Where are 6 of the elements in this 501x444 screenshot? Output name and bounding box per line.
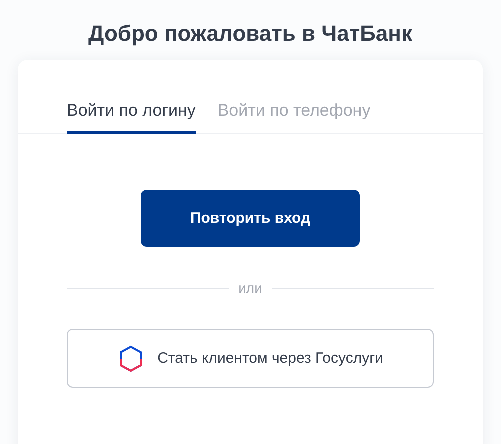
login-tab[interactable]: Войти по логину [67, 60, 196, 134]
page-title: Добро пожаловать в ЧатБанк [88, 21, 412, 47]
gosuslugi-button[interactable]: Стать клиентом через Госуслуги [67, 329, 434, 388]
separator-text: или [238, 280, 262, 296]
hexagon-logo-icon [118, 344, 144, 372]
retry-login-button[interactable]: Повторить вход [141, 190, 360, 247]
